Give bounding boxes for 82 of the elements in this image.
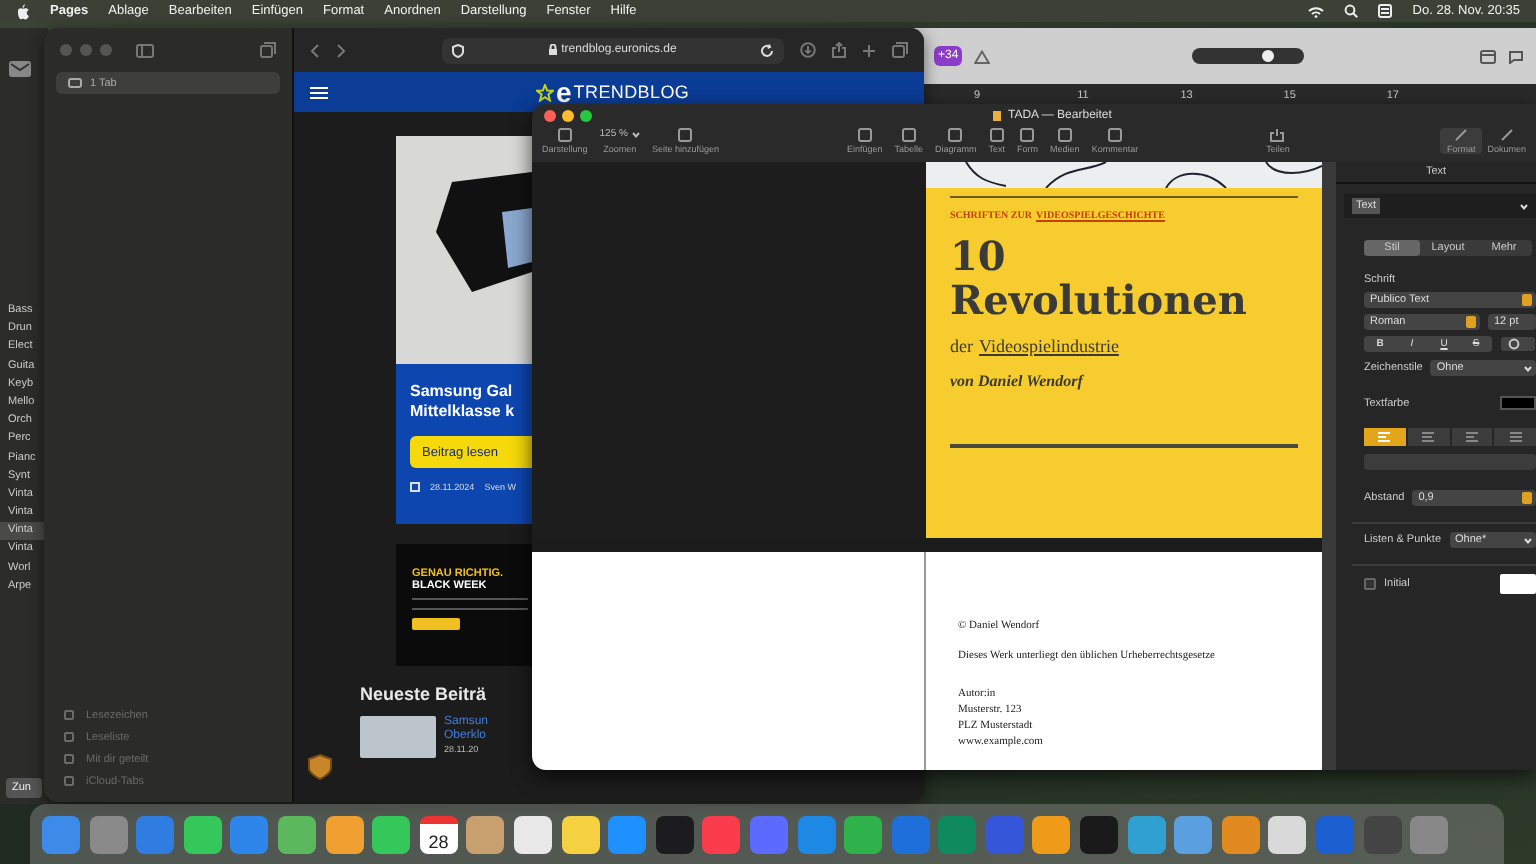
scroll-bar[interactable] bbox=[1322, 162, 1336, 770]
toolbar-icon bbox=[1107, 128, 1122, 142]
reload-icon[interactable] bbox=[760, 43, 774, 57]
app-icon[interactable] bbox=[325, 815, 364, 853]
align-icon bbox=[1378, 432, 1391, 442]
tabs-icon bbox=[68, 78, 82, 88]
book-title: 10 bbox=[950, 234, 1008, 278]
app-icon[interactable] bbox=[1268, 815, 1307, 853]
text-color-well[interactable] bbox=[1500, 396, 1536, 410]
article-title[interactable]: Samsung Gal bbox=[410, 382, 532, 402]
caret-icon bbox=[1524, 537, 1532, 543]
checkbox[interactable] bbox=[1364, 578, 1376, 590]
lock-icon bbox=[547, 44, 558, 56]
search-icon[interactable] bbox=[1344, 4, 1359, 18]
document-icon bbox=[992, 110, 1002, 122]
toolbar-icon bbox=[678, 128, 693, 142]
app-icon[interactable] bbox=[1174, 815, 1213, 853]
sidebar-item-icon bbox=[64, 732, 74, 742]
toolbar-icon bbox=[1057, 128, 1072, 142]
book-title: Revolutionen bbox=[950, 278, 1249, 322]
site-logo[interactable]: eTRENDBLOG bbox=[536, 78, 690, 106]
toolbar-icon bbox=[1454, 128, 1469, 142]
sidebar-item-icon bbox=[64, 776, 74, 786]
app-icon[interactable] bbox=[466, 815, 505, 853]
sidebar-item-icon bbox=[64, 754, 74, 764]
toolbar-icon bbox=[1020, 128, 1035, 142]
star-icon bbox=[536, 83, 554, 101]
alignment-button[interactable] bbox=[1364, 428, 1406, 446]
text-options-icon[interactable] bbox=[1500, 336, 1536, 352]
section-heading: Neueste Beiträ bbox=[360, 684, 489, 704]
toolbar-icon bbox=[857, 128, 872, 142]
align-icon bbox=[1465, 432, 1478, 442]
window-icon[interactable] bbox=[1480, 49, 1496, 63]
caret-icon bbox=[1520, 203, 1528, 209]
book-subtitle: der Videospielindustrie bbox=[950, 336, 1121, 356]
share-icon bbox=[1270, 128, 1285, 142]
app-icon[interactable] bbox=[513, 815, 552, 853]
align-icon bbox=[1422, 432, 1435, 442]
control-center-icon[interactable] bbox=[1378, 4, 1393, 18]
chat-bubble-icon[interactable] bbox=[1508, 49, 1524, 63]
back-icon[interactable] bbox=[310, 43, 320, 57]
app-icon[interactable] bbox=[561, 815, 600, 853]
share-icon[interactable] bbox=[832, 42, 846, 58]
tab-overview-icon[interactable] bbox=[260, 42, 276, 58]
download-icon[interactable] bbox=[800, 42, 816, 58]
wifi-icon[interactable] bbox=[1308, 5, 1325, 17]
app-icon[interactable] bbox=[844, 815, 883, 853]
calendar-icon bbox=[410, 482, 420, 492]
toolbar-icon bbox=[557, 128, 572, 142]
sidebar-icon[interactable] bbox=[136, 43, 154, 57]
app-icon[interactable] bbox=[1221, 815, 1260, 853]
plus-icon[interactable] bbox=[862, 43, 876, 57]
toolbar-icon bbox=[1499, 128, 1514, 142]
caret-icon bbox=[631, 132, 640, 138]
app-icon[interactable] bbox=[1032, 815, 1071, 853]
sidebar-item-icon bbox=[64, 710, 74, 720]
envelope-icon[interactable] bbox=[8, 60, 32, 78]
alignment-button[interactable] bbox=[1451, 428, 1493, 446]
book-author: von Daniel Wendorf bbox=[950, 372, 1086, 390]
tab-overview-icon[interactable] bbox=[892, 42, 908, 58]
forward-icon[interactable] bbox=[336, 43, 346, 57]
calendar-app-icon[interactable]: 28 bbox=[419, 815, 458, 853]
app-icon[interactable] bbox=[372, 815, 411, 853]
toolbar-icon bbox=[989, 128, 1004, 142]
app-icon[interactable] bbox=[277, 815, 316, 853]
slider-thumb[interactable] bbox=[1262, 50, 1275, 62]
alignment-button[interactable] bbox=[1494, 428, 1536, 446]
menu-icon[interactable] bbox=[310, 85, 328, 99]
product-box-drawing bbox=[432, 172, 532, 292]
shield-icon bbox=[452, 43, 464, 57]
slider[interactable] bbox=[1192, 48, 1305, 64]
toolbar-icon bbox=[901, 128, 916, 142]
align-icon bbox=[1509, 432, 1522, 442]
photo-placeholder bbox=[360, 716, 436, 758]
app-icon[interactable] bbox=[1080, 815, 1119, 853]
apple-logo-icon[interactable] bbox=[16, 3, 30, 19]
alignment-button[interactable] bbox=[1407, 428, 1449, 446]
caret-icon bbox=[1524, 365, 1532, 371]
article-title[interactable]: Mittelklasse k bbox=[410, 402, 532, 422]
toolbar-icon bbox=[948, 128, 963, 142]
app-icon[interactable] bbox=[183, 815, 222, 853]
warning-triangle-icon[interactable] bbox=[974, 49, 991, 63]
